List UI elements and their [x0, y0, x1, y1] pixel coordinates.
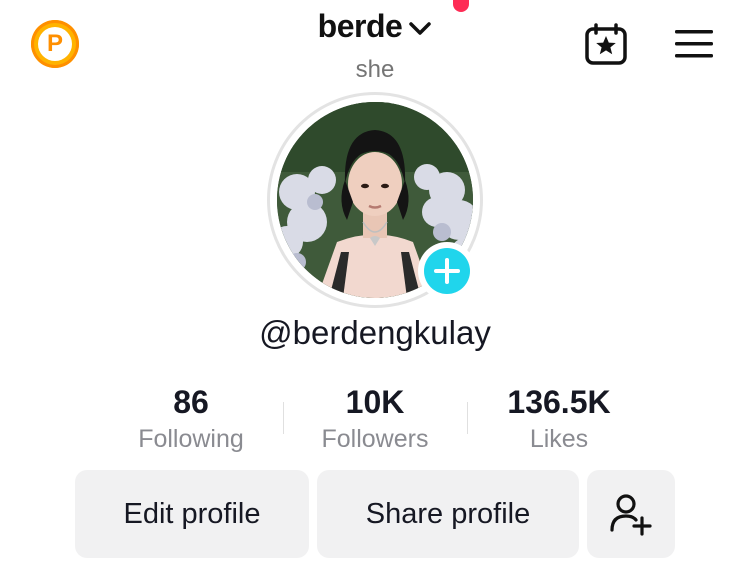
stat-label: Likes	[529, 425, 589, 453]
stat-label: Followers	[321, 425, 429, 453]
edit-profile-button[interactable]: Edit profile	[75, 470, 309, 558]
add-badge-fill	[424, 248, 470, 294]
stat-followers[interactable]: 10K Followers	[280, 384, 470, 453]
stat-value: 136.5K	[507, 384, 611, 420]
chevron-down-icon	[409, 21, 432, 35]
share-profile-label: Share profile	[365, 497, 531, 530]
hamburger-menu-icon[interactable]	[674, 27, 714, 61]
stat-value: 10K	[345, 384, 405, 420]
share-profile-button[interactable]: Share profile	[317, 470, 579, 558]
edit-profile-label: Edit profile	[123, 497, 261, 530]
calendar-star-icon[interactable]	[584, 22, 628, 66]
stat-label: Following	[138, 425, 244, 453]
add-user-icon	[610, 494, 652, 536]
stat-likes[interactable]: 136.5K Likes	[464, 384, 654, 453]
stat-value: 86	[173, 384, 209, 420]
add-story-button[interactable]	[418, 242, 476, 300]
stat-following[interactable]: 86 Following	[96, 384, 286, 453]
page-title: berde	[317, 8, 403, 44]
profile-handle: @berdengkulay	[259, 314, 491, 351]
account-switcher[interactable]: berde	[0, 8, 750, 45]
add-friend-button[interactable]	[587, 470, 675, 558]
pronoun-label: she	[355, 56, 395, 83]
plus-icon	[434, 258, 460, 284]
